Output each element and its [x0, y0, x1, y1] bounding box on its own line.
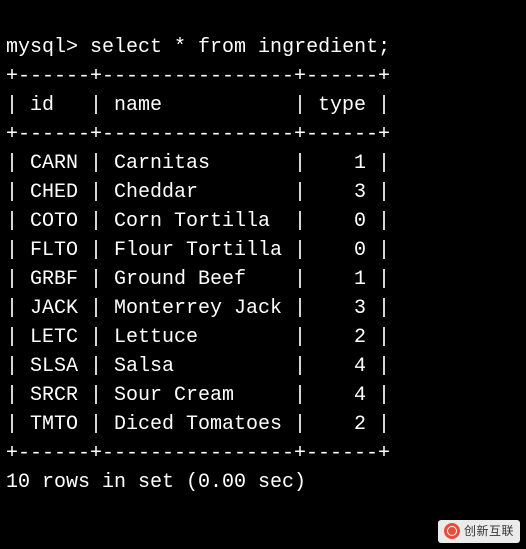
table-body: | CARN | Carnitas | 1 | | CHED | Cheddar… [6, 152, 390, 436]
logo-icon [444, 523, 460, 539]
watermark-text: 创新互联 [464, 523, 514, 540]
terminal-output: mysql> select * from ingredient; +------… [6, 4, 520, 497]
table-border: +------+----------------+------+ [6, 65, 390, 88]
mysql-prompt: mysql> [6, 36, 78, 59]
table-border: +------+----------------+------+ [6, 123, 390, 146]
table-border: +------+----------------+------+ [6, 442, 390, 465]
status-line: 10 rows in set (0.00 sec) [6, 471, 306, 494]
table-header: | id | name | type | [6, 94, 390, 117]
watermark-badge: 创新互联 [438, 520, 520, 543]
sql-query: select * from ingredient; [90, 36, 390, 59]
